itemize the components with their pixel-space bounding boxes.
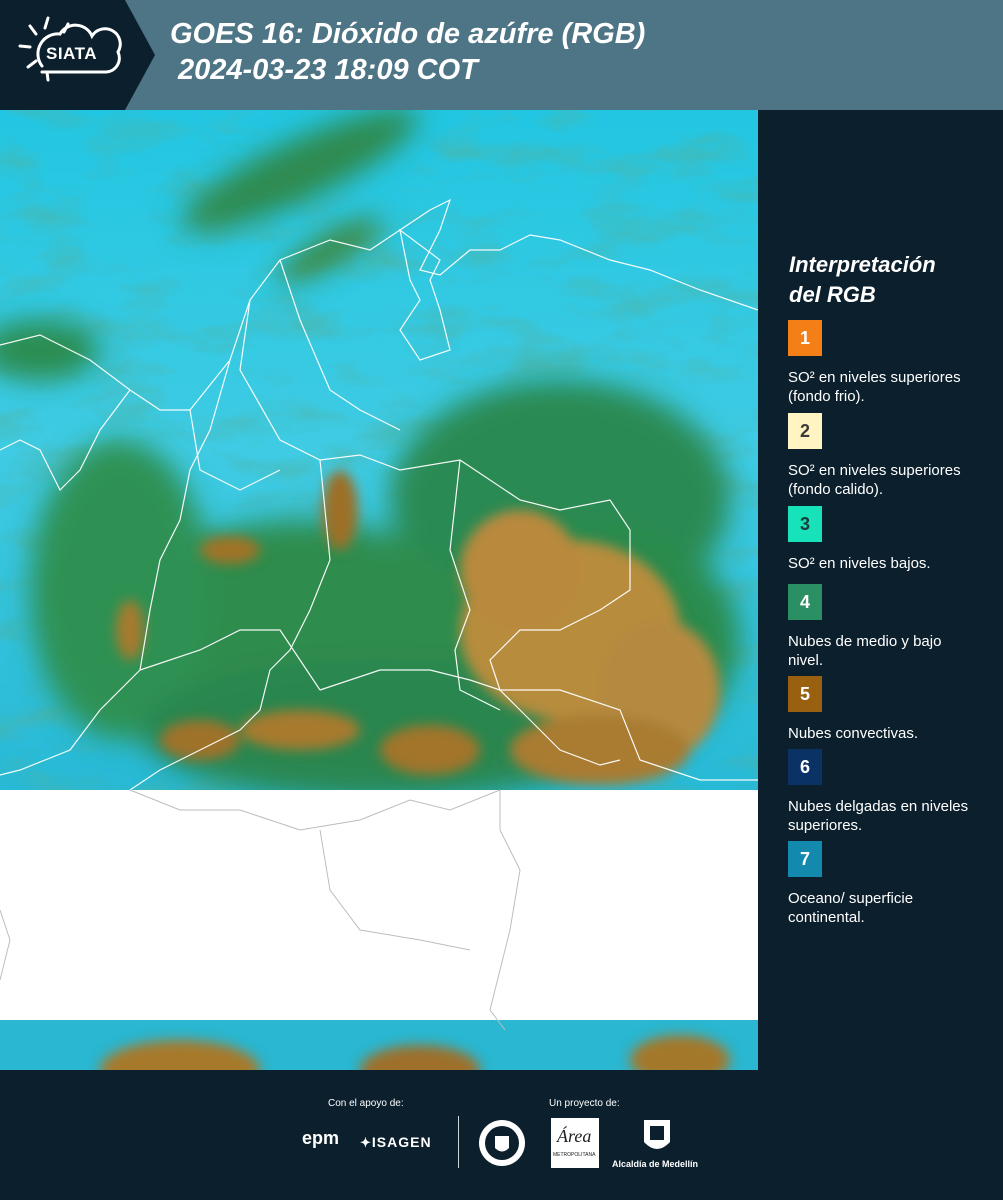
isagen-logo: ✦ISAGEN	[360, 1134, 432, 1151]
alcaldia-shield-icon	[644, 1120, 670, 1149]
siata-logo-text: SIATA	[46, 44, 97, 63]
legend-swatch: 7	[788, 841, 822, 877]
footer-divider	[458, 1116, 459, 1168]
page-title: GOES 16: Dióxido de azúfre (RGB) 2024-03…	[170, 16, 645, 88]
legend-label: Nubes delgadas en niveles superiores.	[788, 798, 969, 834]
legend-label: Oceano/ superficie continental.	[788, 890, 914, 926]
legend-label: Nubes de medio y bajo nivel.	[788, 633, 942, 669]
data-gap	[0, 790, 758, 1020]
medellin-seal-icon	[479, 1120, 525, 1166]
epm-logo: epm	[302, 1128, 340, 1148]
project-text: Un proyecto de:	[549, 1098, 620, 1109]
legend-swatch: 2	[788, 413, 822, 449]
legend-label: Nubes convectivas.	[788, 725, 919, 742]
legend-item: 3 SO² en niveles bajos.	[788, 506, 993, 573]
area-logo-text: Área	[557, 1126, 592, 1146]
legend-label: SO² en niveles bajos.	[788, 555, 931, 572]
legend-item: 7 Oceano/ superficie continental.	[788, 841, 993, 927]
title-line-2: 2024-03-23 18:09 COT	[178, 54, 478, 86]
satellite-map	[0, 108, 759, 1100]
legend-swatch: 4	[788, 584, 822, 620]
legend-swatch: 3	[788, 506, 822, 542]
title-line-1: GOES 16: Dióxido de azúfre (RGB)	[170, 18, 646, 50]
header-bar: SIATA GOES 16: Dióxido de azúfre (RGB) 2…	[0, 0, 1003, 110]
area-metropolitana-logo: Área METROPOLITANA	[551, 1118, 599, 1168]
legend-item: 6 Nubes delgadas en niveles superiores.	[788, 749, 993, 835]
area-logo-subtext: METROPOLITANA	[553, 1152, 596, 1158]
legend-swatch: 1	[788, 320, 822, 356]
support-text: Con el apoyo de:	[328, 1098, 404, 1109]
legend-item: 2 SO² en niveles superiores (fondo calido…	[788, 413, 993, 499]
legend-title-line-1: Interpretación	[789, 252, 936, 277]
legend-title-line-2: del RGB	[789, 282, 876, 307]
siata-logo: SIATA	[0, 0, 155, 110]
legend-item: 5 Nubes convectivas.	[788, 676, 993, 743]
legend-item: 4 Nubes de medio y bajo nivel.	[788, 584, 993, 670]
alcaldia-logo-text: Alcaldía de Medellín	[612, 1159, 699, 1169]
isagen-icon: ✦	[360, 1135, 372, 1150]
legend-label: SO² en niveles superiores (fondo frio).	[788, 369, 961, 405]
legend-swatch: 6	[788, 749, 822, 785]
isagen-logo-text: ISAGEN	[371, 1134, 432, 1150]
legend-label: SO² en niveles superiores (fondo calido)…	[788, 462, 961, 498]
legend-swatch: 5	[788, 676, 822, 712]
legend-item: 1 SO² en niveles superiores (fondo frio).	[788, 320, 993, 406]
legend-panel: Interpretación del RGB 1 SO² en niveles s…	[760, 110, 1003, 1070]
legend-title: Interpretación del RGB	[789, 250, 989, 310]
footer: Con el apoyo de: Un proyecto de: epm ✦IS…	[0, 1070, 1003, 1200]
